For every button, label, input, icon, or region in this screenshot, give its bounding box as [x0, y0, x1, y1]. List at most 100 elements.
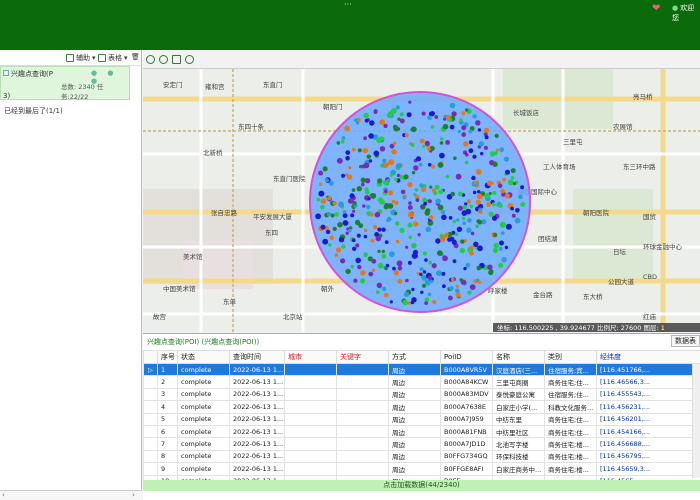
poi-marker[interactable] — [399, 112, 404, 117]
poi-marker[interactable] — [405, 278, 409, 283]
poi-marker[interactable] — [427, 147, 431, 152]
poi-marker[interactable] — [511, 213, 516, 218]
poi-marker[interactable] — [366, 154, 371, 159]
poi-marker[interactable] — [351, 238, 356, 243]
poi-marker[interactable] — [419, 272, 423, 276]
table-row[interactable]: 5 complete 2022-06-13 1... 周边 B000A7J959 中纺东里… — [143, 412, 700, 426]
map-canvas[interactable]: 安定门 雍和宫 东直门东四十条 朝阳门北新桥东直门医院张自忠路 平安发展大厦东四美术馆中… — [143, 69, 700, 332]
poi-marker[interactable] — [373, 150, 380, 157]
poi-marker[interactable] — [363, 112, 369, 119]
poi-marker[interactable] — [374, 211, 381, 218]
poi-marker[interactable] — [499, 240, 504, 246]
map-view[interactable]: 安定门 雍和宫 东直门 东四十条 朝阳门 北新桥 东直门医院 张自忠路 平安发展大厦 东四 美术馆中… — [143, 68, 700, 332]
poi-marker[interactable] — [440, 137, 444, 141]
poi-marker[interactable] — [461, 132, 467, 137]
poi-marker[interactable] — [377, 249, 381, 254]
poi-marker[interactable] — [377, 262, 384, 269]
poi-marker[interactable] — [350, 213, 355, 218]
poi-marker[interactable] — [450, 191, 456, 197]
poi-marker[interactable] — [320, 224, 326, 230]
poi-marker[interactable] — [476, 219, 481, 224]
poi-marker[interactable] — [421, 111, 426, 116]
poi-marker[interactable] — [352, 209, 356, 213]
poi-marker[interactable] — [510, 175, 515, 180]
poi-marker[interactable] — [505, 169, 510, 175]
poi-marker[interactable] — [518, 194, 523, 200]
poi-marker[interactable] — [424, 258, 428, 262]
column-header[interactable]: 方式 — [388, 350, 441, 364]
poi-marker[interactable] — [457, 205, 463, 211]
poi-marker[interactable] — [484, 135, 489, 140]
poi-marker[interactable] — [392, 266, 396, 271]
assist-button[interactable]: 辅助 ▾ — [66, 53, 96, 63]
poi-marker[interactable] — [489, 151, 496, 157]
poi-marker[interactable] — [429, 185, 433, 189]
column-header[interactable]: 经纬度 — [596, 350, 700, 364]
poi-marker[interactable] — [465, 152, 469, 157]
poi-marker[interactable] — [360, 177, 366, 183]
poi-marker[interactable] — [520, 201, 526, 207]
poi-marker[interactable] — [342, 213, 348, 219]
poi-marker[interactable] — [502, 177, 506, 182]
table-vertical-scrollbar[interactable] — [692, 364, 700, 478]
poi-marker[interactable] — [449, 124, 455, 130]
poi-marker[interactable] — [346, 174, 353, 180]
data-table-tab[interactable]: 数据表 — [671, 335, 700, 347]
poi-marker[interactable] — [415, 156, 422, 162]
poi-marker[interactable] — [381, 253, 387, 259]
poi-marker[interactable] — [467, 218, 472, 223]
poi-marker[interactable] — [316, 197, 321, 202]
poi-marker[interactable] — [381, 227, 386, 232]
poi-marker[interactable] — [403, 291, 410, 298]
poi-marker[interactable] — [393, 270, 399, 276]
poi-marker[interactable] — [449, 286, 454, 291]
poi-marker[interactable] — [400, 189, 406, 195]
poi-marker[interactable] — [461, 125, 467, 131]
poi-marker[interactable] — [393, 211, 398, 216]
poi-marker[interactable] — [376, 282, 382, 288]
poi-marker[interactable] — [459, 118, 463, 122]
poi-marker[interactable] — [354, 118, 358, 122]
poi-marker[interactable] — [345, 156, 350, 161]
poi-marker[interactable] — [486, 202, 491, 207]
poi-marker[interactable] — [436, 250, 443, 256]
poi-marker[interactable] — [455, 292, 461, 298]
poi-marker[interactable] — [462, 204, 468, 210]
poi-marker[interactable] — [386, 112, 393, 118]
poi-marker[interactable] — [395, 163, 402, 169]
refresh-icon[interactable] — [185, 54, 194, 64]
poi-marker[interactable] — [476, 265, 482, 271]
poi-marker[interactable] — [468, 140, 473, 145]
poi-marker[interactable] — [349, 193, 355, 199]
poi-marker[interactable] — [455, 288, 460, 293]
poi-marker[interactable] — [422, 144, 426, 148]
poi-marker[interactable] — [370, 238, 375, 243]
poi-marker[interactable] — [414, 188, 419, 192]
poi-marker[interactable] — [463, 266, 467, 271]
poi-marker[interactable] — [461, 216, 466, 221]
poi-marker[interactable] — [393, 126, 399, 132]
poi-marker[interactable] — [411, 171, 416, 175]
poi-marker[interactable] — [351, 147, 356, 152]
cursor-icon[interactable] — [146, 54, 155, 64]
column-header[interactable]: 城市 — [284, 350, 337, 364]
poi-marker[interactable] — [434, 115, 439, 119]
poi-marker[interactable] — [392, 141, 397, 146]
poi-marker[interactable] — [419, 138, 425, 144]
poi-marker[interactable] — [325, 178, 329, 183]
poi-marker[interactable] — [411, 252, 418, 259]
poi-marker[interactable] — [462, 221, 467, 225]
poi-marker[interactable] — [428, 215, 434, 220]
poi-marker[interactable] — [408, 201, 412, 205]
poi-marker[interactable] — [493, 233, 498, 237]
poi-marker[interactable] — [492, 215, 497, 221]
poi-marker[interactable] — [510, 168, 516, 174]
poi-marker[interactable] — [381, 286, 387, 292]
poi-marker[interactable] — [399, 118, 405, 124]
poi-marker[interactable] — [498, 203, 503, 209]
poi-marker[interactable] — [389, 173, 393, 177]
poi-marker[interactable] — [435, 198, 441, 204]
poi-marker[interactable] — [419, 267, 424, 272]
poi-marker[interactable] — [318, 190, 325, 197]
poi-marker[interactable] — [420, 205, 424, 209]
